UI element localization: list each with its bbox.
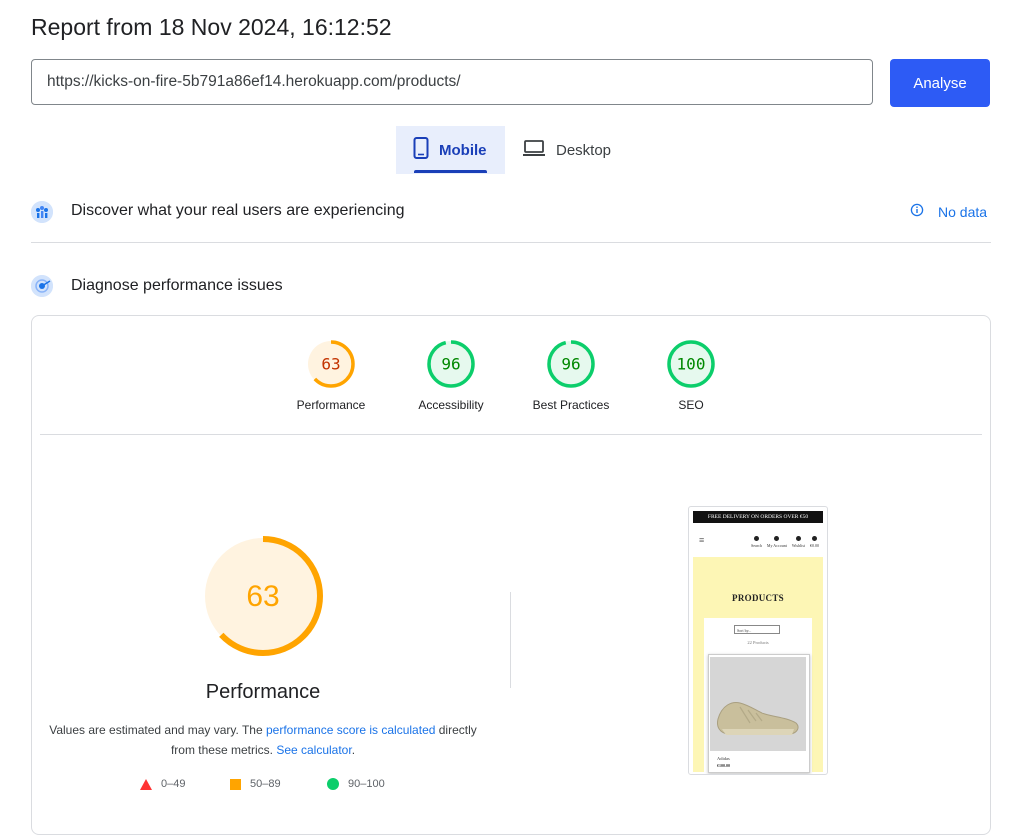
score-gauge-performance[interactable]: 63 Performance <box>271 339 391 412</box>
screenshot-nav-label: Wishlist <box>791 543 805 548</box>
screenshot-nav-label: €0.00 <box>810 543 819 548</box>
laptop-icon <box>522 139 546 162</box>
gauge-score: 96 <box>561 355 580 374</box>
triangle-icon <box>140 778 152 790</box>
gauge-ring: 96 <box>547 340 595 388</box>
gauge-ring: 100 <box>667 340 715 388</box>
sneaker-image <box>710 657 806 751</box>
lighthouse-icon <box>31 275 53 297</box>
gauge-label: Accessibility <box>418 398 484 412</box>
screenshot-sort: Sort by... <box>734 625 780 634</box>
crux-icon <box>31 201 53 223</box>
screenshot-price: €100.00 <box>717 763 730 768</box>
search-icon <box>753 536 759 541</box>
no-data-label: No data <box>938 203 988 220</box>
note-text: Values are estimated and may vary. The <box>49 723 266 737</box>
legend-fail: 0–49 <box>140 778 185 790</box>
score-gauge-best-practices[interactable]: 96 Best Practices <box>511 339 631 412</box>
score-calculated-link[interactable]: performance score is calculated <box>266 723 435 737</box>
legend-range: 90–100 <box>348 778 385 790</box>
card-divider <box>40 434 982 435</box>
tab-mobile-label: Mobile <box>439 141 487 159</box>
screenshot-nav-item: Wishlist <box>792 536 805 548</box>
tab-selected-indicator <box>414 170 487 173</box>
gauge-score: 63 <box>321 355 340 374</box>
gauge-label: Best Practices <box>532 398 610 412</box>
legend-range: 50–89 <box>250 778 281 790</box>
square-icon <box>230 778 241 790</box>
note-text: . <box>351 743 356 757</box>
gauge-label: SEO <box>678 398 704 412</box>
hamburger-icon: ≡ <box>699 535 705 545</box>
analyse-button[interactable]: Analyse <box>890 59 990 107</box>
url-input[interactable] <box>31 59 873 105</box>
real-users-title: Discover what your real users are experi… <box>71 202 405 219</box>
gauge-ring: 96 <box>427 340 475 388</box>
screenshot-nav-item: My Account <box>767 536 787 548</box>
performance-main-gauge: 63 <box>202 535 324 662</box>
screenshot-hero: PRODUCTS Sort by... 22 Products Adidas €… <box>693 557 823 774</box>
screenshot-heading: PRODUCTS <box>732 593 784 603</box>
screenshot-product-card: Adidas €100.00 <box>708 654 810 773</box>
no-data-link[interactable]: No data <box>910 203 987 220</box>
report-title: Report from 18 Nov 2024, 16:12:52 <box>31 14 392 40</box>
gauge-score: 100 <box>677 355 706 374</box>
info-icon <box>910 203 924 220</box>
screenshot-panel: Sort by... 22 Products Adidas €100.00 <box>704 618 812 774</box>
screenshot-nav: ≡ Search My Account Wishlist €0.00 <box>693 527 823 557</box>
legend-average: 50–89 <box>230 778 281 790</box>
screenshot-count: 22 Products <box>747 640 769 645</box>
phone-icon <box>413 136 429 164</box>
section-divider <box>31 242 991 243</box>
see-calculator-link[interactable]: See calculator <box>276 743 351 757</box>
screenshot-banner: FREE DELIVERY ON ORDERS OVER €50 <box>693 511 823 523</box>
score-gauge-seo[interactable]: 100 SEO <box>631 339 751 412</box>
main-score: 63 <box>246 580 279 613</box>
legend-range: 0–49 <box>161 778 186 790</box>
gauge-label: Performance <box>296 398 366 412</box>
legend-pass: 90–100 <box>327 778 385 790</box>
user-icon <box>774 536 780 541</box>
tab-mobile[interactable]: Mobile <box>396 126 505 174</box>
screenshot-nav-item: €0.00 <box>810 536 819 548</box>
bag-icon <box>812 536 817 541</box>
score-gauge-accessibility[interactable]: 96 Accessibility <box>391 339 511 412</box>
tab-desktop-label: Desktop <box>556 141 612 159</box>
screenshot-nav-label: My Account <box>766 543 787 548</box>
gauge-score: 96 <box>441 355 460 374</box>
main-gauge-label: Performance <box>205 681 321 703</box>
vertical-divider <box>510 592 511 688</box>
diagnose-title: Diagnose performance issues <box>71 277 283 294</box>
score-note: Values are estimated and may vary. The p… <box>45 720 481 760</box>
screenshot-nav-item: Search <box>751 536 762 548</box>
tab-desktop[interactable]: Desktop <box>520 126 620 174</box>
page-screenshot[interactable]: FREE DELIVERY ON ORDERS OVER €50 ≡ Searc… <box>688 506 828 775</box>
circle-icon <box>327 778 339 790</box>
screenshot-nav-label: Search <box>751 543 762 548</box>
screenshot-brand: Adidas <box>717 756 730 761</box>
heart-icon <box>795 536 801 541</box>
gauge-ring: 63 <box>307 340 355 388</box>
